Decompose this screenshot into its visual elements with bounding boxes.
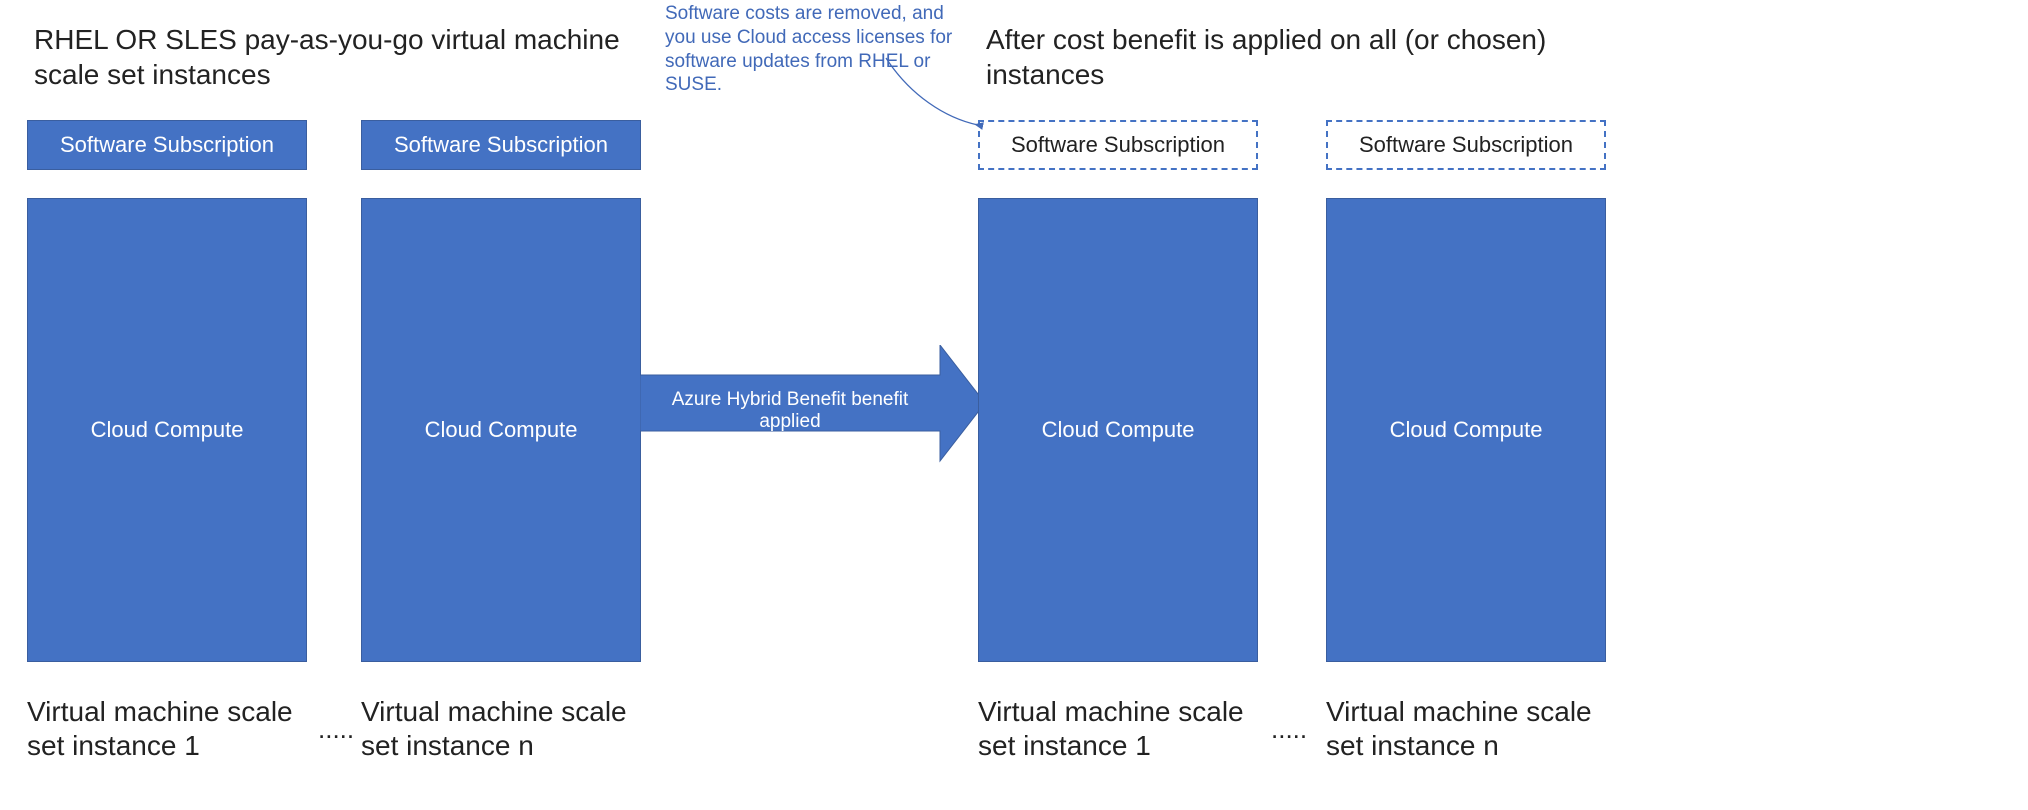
cloud-compute-box-1: Cloud Compute bbox=[27, 198, 307, 662]
caption-instance-n-left: Virtual machine scale set instance n bbox=[361, 695, 641, 762]
caption-instance-1-left: Virtual machine scale set instance 1 bbox=[27, 695, 307, 762]
annotation-connector-arrow bbox=[880, 40, 1000, 140]
heading-left: RHEL OR SLES pay-as-you-go virtual machi… bbox=[34, 22, 654, 92]
ellipsis-left: ..... bbox=[318, 714, 354, 745]
software-subscription-box-dashed-1: Software Subscription bbox=[978, 120, 1258, 170]
arrow-label: Azure Hybrid Benefit benefit applied bbox=[640, 389, 940, 433]
hybrid-benefit-arrow: Azure Hybrid Benefit benefit applied bbox=[640, 345, 985, 465]
software-subscription-box-filled-2: Software Subscription bbox=[361, 120, 641, 170]
cloud-compute-box-2: Cloud Compute bbox=[361, 198, 641, 662]
software-subscription-box-dashed-2: Software Subscription bbox=[1326, 120, 1606, 170]
caption-instance-n-right: Virtual machine scale set instance n bbox=[1326, 695, 1606, 762]
caption-instance-1-right: Virtual machine scale set instance 1 bbox=[978, 695, 1258, 762]
software-subscription-box-filled-1: Software Subscription bbox=[27, 120, 307, 170]
heading-right: After cost benefit is applied on all (or… bbox=[986, 22, 1566, 92]
ellipsis-right: ..... bbox=[1271, 714, 1307, 745]
cloud-compute-box-4: Cloud Compute bbox=[1326, 198, 1606, 662]
cloud-compute-box-3: Cloud Compute bbox=[978, 198, 1258, 662]
